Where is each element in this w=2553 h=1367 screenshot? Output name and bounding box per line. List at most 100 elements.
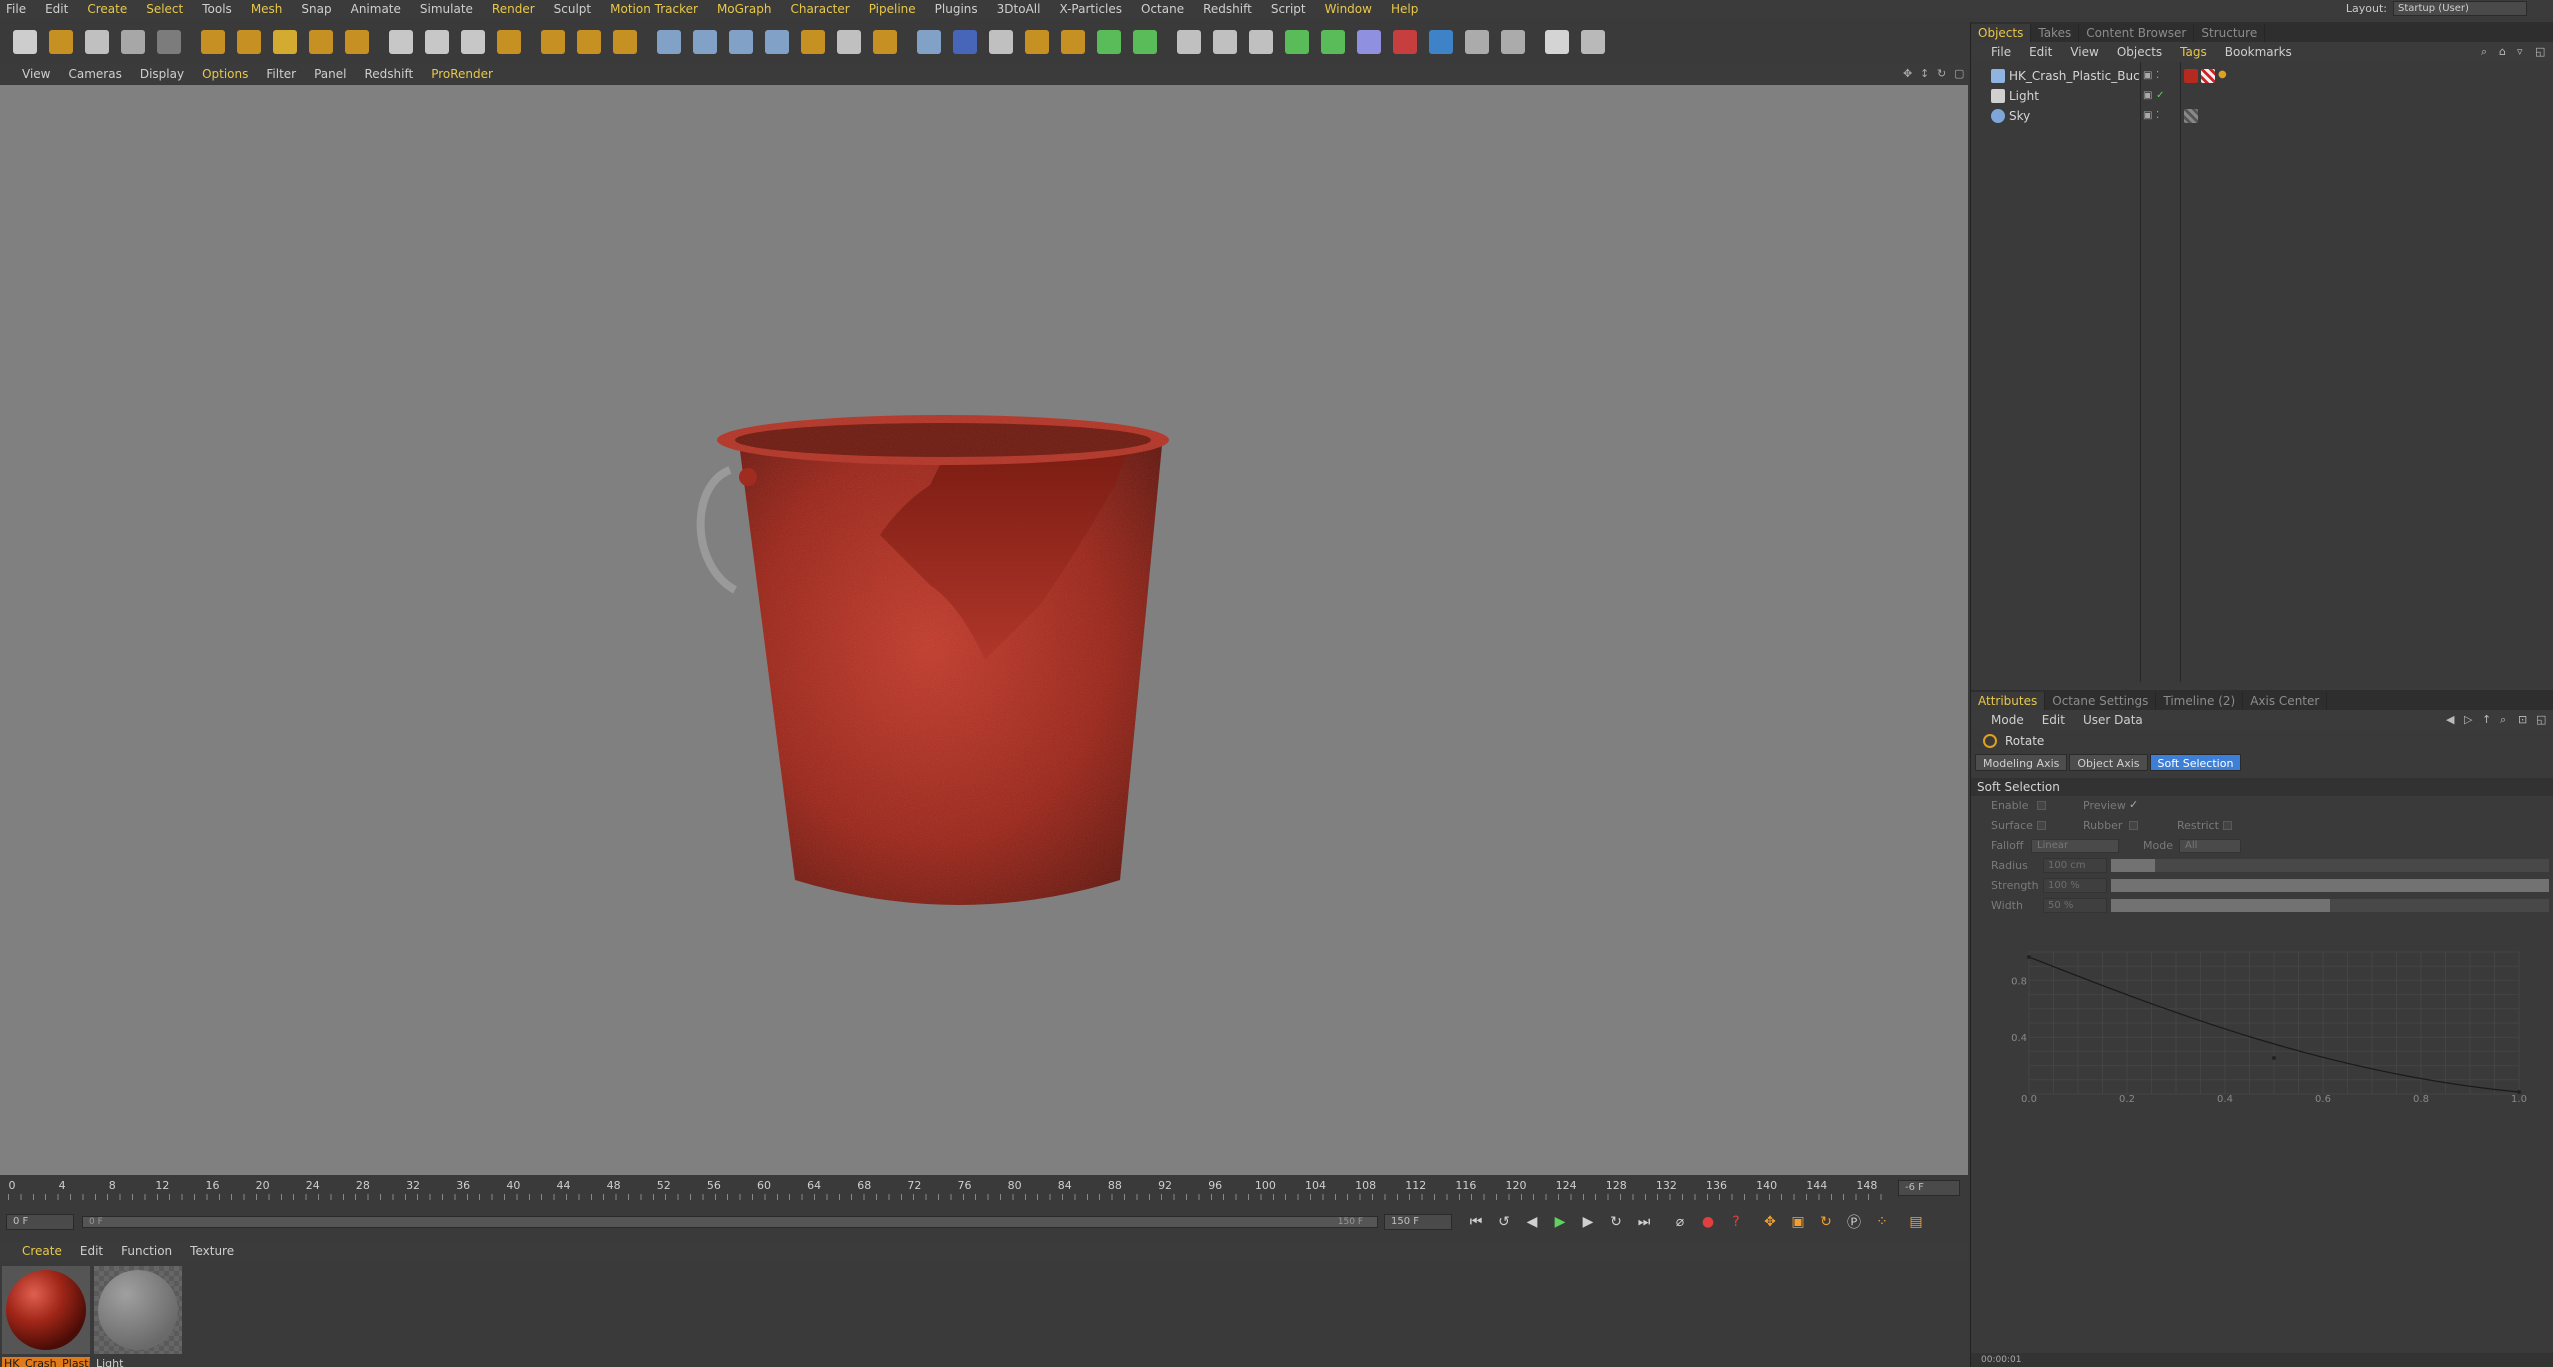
parameter-key-icon[interactable]: Ⓟ bbox=[1842, 1210, 1866, 1234]
object-row[interactable]: Light ▣ ✓ bbox=[1971, 86, 2553, 106]
attributes-menu-edit[interactable]: Edit bbox=[2042, 713, 2065, 727]
new-window-icon[interactable]: ◱ bbox=[2536, 713, 2550, 727]
open-button[interactable] bbox=[44, 25, 78, 59]
menu-simulate[interactable]: Simulate bbox=[420, 2, 473, 16]
radius-field[interactable]: 100 cm bbox=[2043, 858, 2107, 873]
go-to-start-icon[interactable]: ⏮ bbox=[1464, 1210, 1488, 1234]
xp-button[interactable] bbox=[1460, 25, 1494, 59]
menu-character[interactable]: Character bbox=[790, 2, 849, 16]
enable-checkbox[interactable] bbox=[2037, 801, 2046, 810]
menu-window[interactable]: Window bbox=[1325, 2, 1372, 16]
rotate-button[interactable] bbox=[304, 25, 338, 59]
objects-menu-objects[interactable]: Objects bbox=[2117, 45, 2162, 59]
plugin-green-button[interactable] bbox=[1244, 25, 1278, 59]
previous-frame-icon[interactable]: ◀ bbox=[1520, 1210, 1544, 1234]
render-picture-viewer-button[interactable] bbox=[572, 25, 606, 59]
menu-plugins[interactable]: Plugins bbox=[935, 2, 978, 16]
rotation-key-icon[interactable]: ↻ bbox=[1814, 1210, 1838, 1234]
segment-modeling-axis[interactable]: Modeling Axis bbox=[1975, 753, 2068, 771]
objects-menu-bookmarks[interactable]: Bookmarks bbox=[2225, 45, 2292, 59]
move-button[interactable] bbox=[232, 25, 266, 59]
previous-key-icon[interactable]: ↺ bbox=[1492, 1210, 1516, 1234]
new-window-icon[interactable]: ◱ bbox=[2535, 45, 2549, 59]
menu-pipeline[interactable]: Pipeline bbox=[869, 2, 916, 16]
edit-render-settings-button[interactable] bbox=[608, 25, 642, 59]
zoom-view-icon[interactable]: ↕ bbox=[1920, 67, 1934, 81]
visibility-dots-icon[interactable]: ⁚ bbox=[2156, 110, 2166, 122]
timeline-ruler[interactable]: 0 4 8 12 16 20 24 28 32 36 40 44 48 52 56 60 64 68 72 76 80 8… bbox=[0, 1176, 1968, 1202]
layout-grid-button[interactable] bbox=[1576, 25, 1610, 59]
next-key-icon[interactable]: ↻ bbox=[1604, 1210, 1628, 1234]
menu-edit[interactable]: Edit bbox=[45, 2, 68, 16]
keyframe-selection-icon[interactable]: ? bbox=[1724, 1210, 1748, 1234]
objects-tab-content-browser[interactable]: Content Browser bbox=[2079, 24, 2195, 42]
width-slider[interactable] bbox=[2111, 899, 2330, 912]
toggle-view-icon[interactable]: ▢ bbox=[1954, 67, 1968, 81]
menu-sculpt[interactable]: Sculpt bbox=[554, 2, 591, 16]
search-icon[interactable]: ⌕ bbox=[2481, 45, 2495, 59]
preview-check-icon[interactable]: ✓ bbox=[2129, 798, 2138, 811]
current-frame-field[interactable]: -6 F bbox=[1898, 1180, 1960, 1196]
redshift-button[interactable] bbox=[1540, 25, 1574, 59]
radius-slider[interactable] bbox=[2111, 859, 2155, 872]
home-icon[interactable]: ⌂ bbox=[2499, 45, 2513, 59]
objects-menu-tags[interactable]: Tags bbox=[2180, 45, 2207, 59]
strength-slider[interactable] bbox=[2111, 879, 2549, 892]
x-axis-lock-button[interactable] bbox=[384, 25, 418, 59]
viewport-menu-view[interactable]: View bbox=[22, 67, 50, 81]
select-button[interactable] bbox=[196, 25, 230, 59]
light-bulb-button[interactable] bbox=[1496, 25, 1530, 59]
paint-button[interactable] bbox=[1208, 25, 1242, 59]
segment-object-axis[interactable]: Object Axis bbox=[2069, 753, 2148, 771]
hdr-button[interactable] bbox=[1424, 25, 1458, 59]
search-icon[interactable]: ⌕ bbox=[2500, 713, 2514, 727]
menu-create[interactable]: Create bbox=[87, 2, 127, 16]
surface-checkbox[interactable] bbox=[2037, 821, 2046, 830]
move-view-icon[interactable]: ✥ bbox=[1903, 67, 1917, 81]
filter-icon[interactable]: ▿ bbox=[2517, 45, 2531, 59]
scale-button[interactable] bbox=[268, 25, 302, 59]
frame-ruler[interactable]: 0 4 8 12 16 20 24 28 32 36 40 44 48 52 56 60 64 68 72 76 80 8… bbox=[8, 1176, 1888, 1202]
recent-tool-button[interactable] bbox=[340, 25, 374, 59]
end-frame-field[interactable]: 150 F bbox=[1384, 1214, 1452, 1230]
menu-tools[interactable]: Tools bbox=[202, 2, 232, 16]
new-scene-button[interactable] bbox=[8, 25, 42, 59]
attributes-menu-user-data[interactable]: User Data bbox=[2083, 713, 2143, 727]
objects-tab-structure[interactable]: Structure bbox=[2194, 24, 2266, 42]
spline-button[interactable] bbox=[688, 25, 722, 59]
scale-key-icon[interactable]: ▣ bbox=[1786, 1210, 1810, 1234]
render-view-button[interactable] bbox=[536, 25, 570, 59]
layer-flag-icon[interactable]: ▣ bbox=[2143, 110, 2153, 122]
texture-mode-button[interactable] bbox=[984, 25, 1018, 59]
material-tag-icon[interactable] bbox=[2184, 69, 2198, 83]
viewport-menu-options[interactable]: Options bbox=[202, 67, 248, 81]
point-mode-button[interactable] bbox=[1056, 25, 1090, 59]
width-field[interactable]: 50 % bbox=[2043, 898, 2107, 913]
material-swatch[interactable]: Light bbox=[94, 1266, 182, 1367]
viewport-menu-prorender[interactable]: ProRender bbox=[431, 67, 493, 81]
viewport-menu-panel[interactable]: Panel bbox=[314, 67, 346, 81]
menu-render[interactable]: Render bbox=[492, 2, 535, 16]
menu-x-particles[interactable]: X-Particles bbox=[1059, 2, 1122, 16]
objects-tab-objects[interactable]: Objects bbox=[1971, 24, 2032, 42]
plugin-green2-button[interactable] bbox=[1280, 25, 1314, 59]
octane-button[interactable] bbox=[1388, 25, 1422, 59]
sky-texture-tag-icon[interactable] bbox=[2184, 109, 2198, 123]
menu-file[interactable]: File bbox=[6, 2, 26, 16]
forward-arrow-icon[interactable]: ▷ bbox=[2464, 713, 2478, 727]
position-key-icon[interactable]: ✥ bbox=[1758, 1210, 1782, 1234]
up-arrow-icon[interactable]: ↑ bbox=[2482, 713, 2496, 727]
start-frame-field[interactable]: 0 F bbox=[6, 1214, 74, 1230]
environment-button[interactable] bbox=[796, 25, 830, 59]
attributes-tab-octane-settings[interactable]: Octane Settings bbox=[2045, 692, 2157, 710]
lights-button[interactable] bbox=[868, 25, 902, 59]
objects-tab-takes[interactable]: Takes bbox=[2031, 24, 2080, 42]
undo-button[interactable] bbox=[116, 25, 150, 59]
redo-button[interactable] bbox=[152, 25, 186, 59]
3d-viewport[interactable] bbox=[0, 85, 1968, 1175]
go-to-end-icon[interactable]: ⏭ bbox=[1632, 1210, 1656, 1234]
attributes-menu-mode[interactable]: Mode bbox=[1991, 713, 2024, 727]
phong-tag-icon[interactable]: ● bbox=[2218, 69, 2232, 83]
generators-button[interactable] bbox=[724, 25, 758, 59]
rubber-checkbox[interactable] bbox=[2129, 821, 2138, 830]
